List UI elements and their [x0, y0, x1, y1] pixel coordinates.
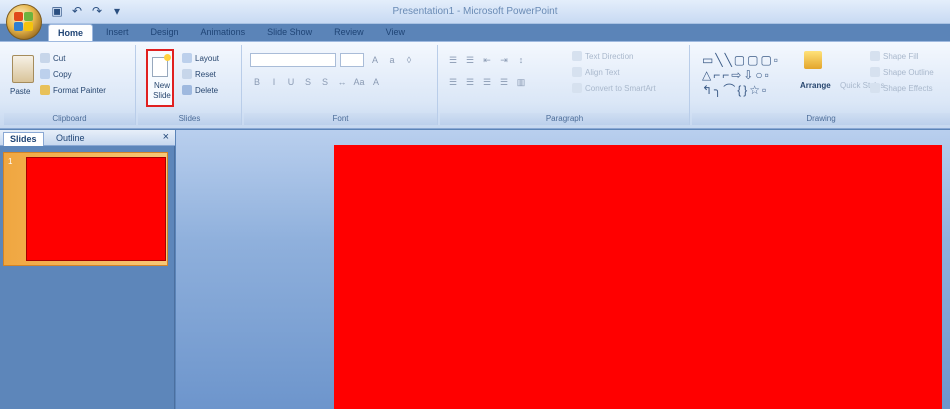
tab-home[interactable]: Home [48, 24, 94, 42]
bold-icon[interactable]: B [250, 75, 264, 89]
paste-icon[interactable] [12, 55, 34, 83]
clipboard-group-label: Clipboard [4, 113, 135, 125]
italic-icon[interactable]: I [267, 75, 281, 89]
shape-fill-button[interactable]: Shape Fill [870, 51, 919, 61]
slide-number: 1 [8, 157, 13, 166]
tab-slide-show[interactable]: Slide Show [258, 24, 321, 42]
paste-button[interactable]: Paste [10, 87, 30, 96]
bullets-icon[interactable]: ☰ [446, 53, 460, 67]
align-text-icon [572, 67, 582, 77]
tab-design[interactable]: Design [142, 24, 188, 42]
close-icon[interactable]: × [163, 131, 169, 143]
shapes-gallery[interactable]: ▭╲╲▢▢▢▫ △⌐⌐⇨⇩○▫ ↰╮⌒{}☆▫ [702, 53, 794, 98]
ribbon-tabs: Home Insert Design Animations Slide Show… [48, 24, 414, 42]
new-slide-button[interactable]: New Slide [146, 49, 174, 107]
arrange-button[interactable] [804, 51, 822, 69]
slides-pane: Slides Outline × 1 [0, 130, 175, 409]
paragraph-group: ☰ ☰ ⇤ ⇥ ↕ ☰ ☰ ☰ ☰ ▥ Text Direction Align… [440, 45, 690, 125]
font-size-buttons: A a ◊ [368, 53, 416, 67]
ribbon: Paste Cut Copy Format Painter Clipboard … [0, 41, 950, 129]
delete-button[interactable]: Delete [182, 85, 218, 95]
shrink-font-icon[interactable]: a [385, 53, 399, 67]
format-painter-button[interactable]: Format Painter [40, 85, 106, 95]
reset-icon [182, 69, 192, 79]
cut-button[interactable]: Cut [40, 53, 65, 63]
increase-indent-icon[interactable]: ⇥ [497, 53, 511, 67]
strikethrough-icon[interactable]: S [301, 75, 315, 89]
underline-icon[interactable]: U [284, 75, 298, 89]
clear-format-icon[interactable]: ◊ [402, 53, 416, 67]
tab-outline[interactable]: Outline [50, 132, 91, 146]
tab-slides[interactable]: Slides [3, 132, 44, 146]
paragraph-list-buttons: ☰ ☰ ⇤ ⇥ ↕ [446, 53, 528, 67]
decrease-indent-icon[interactable]: ⇤ [480, 53, 494, 67]
office-button[interactable] [6, 4, 42, 40]
justify-icon[interactable]: ☰ [497, 75, 511, 89]
copy-icon [40, 69, 50, 79]
tab-review[interactable]: Review [325, 24, 373, 42]
tab-view[interactable]: View [377, 24, 414, 42]
line-spacing-icon[interactable]: ↕ [514, 53, 528, 67]
slide-thumbnail[interactable] [26, 157, 166, 261]
tab-animations[interactable]: Animations [192, 24, 255, 42]
drawing-group: ▭╲╲▢▢▢▫ △⌐⌐⇨⇩○▫ ↰╮⌒{}☆▫ Arrange Quick St… [692, 45, 950, 125]
office-logo-icon [14, 12, 34, 32]
text-direction-button[interactable]: Text Direction [572, 51, 633, 61]
shape-outline-icon [870, 67, 880, 77]
font-size-combo[interactable] [340, 53, 364, 67]
grow-font-icon[interactable]: A [368, 53, 382, 67]
layout-icon [182, 53, 192, 63]
columns-icon[interactable]: ▥ [514, 75, 528, 89]
font-format-buttons: B I U S S ↔ Aa A [250, 75, 383, 89]
numbering-icon[interactable]: ☰ [463, 53, 477, 67]
arrange-label: Arrange [800, 81, 831, 90]
font-color-icon[interactable]: A [369, 75, 383, 89]
slide-canvas[interactable] [334, 145, 942, 409]
delete-icon [182, 85, 192, 95]
tab-insert[interactable]: Insert [97, 24, 138, 42]
slide-editor [176, 130, 950, 409]
slide-thumbnail-selected[interactable]: 1 [3, 152, 168, 266]
scissors-icon [40, 53, 50, 63]
paragraph-align-buttons: ☰ ☰ ☰ ☰ ▥ [446, 75, 528, 89]
window-title: Presentation1 - Microsoft PowerPoint [392, 6, 558, 17]
font-group: A a ◊ B I U S S ↔ Aa A Font [244, 45, 438, 125]
align-center-icon[interactable]: ☰ [463, 75, 477, 89]
slides-group: New Slide Layout Reset Delete Slides [138, 45, 242, 125]
pane-tabs: Slides Outline × [0, 130, 175, 146]
smartart-icon [572, 83, 582, 93]
reset-button[interactable]: Reset [182, 69, 216, 79]
drawing-group-label: Drawing [692, 113, 950, 125]
shadow-icon[interactable]: S [318, 75, 332, 89]
new-slide-icon [152, 54, 171, 77]
convert-smartart-button[interactable]: Convert to SmartArt [572, 83, 656, 93]
brush-icon [40, 85, 50, 95]
shape-fill-icon [870, 51, 880, 61]
shape-effects-button[interactable]: Shape Effects [870, 83, 933, 93]
text-direction-icon [572, 51, 582, 61]
font-group-label: Font [244, 113, 437, 125]
align-right-icon[interactable]: ☰ [480, 75, 494, 89]
arrange-icon [804, 51, 822, 69]
title-bar: ▣ ↶ ↷ ▾ Presentation1 - Microsoft PowerP… [0, 0, 950, 24]
clipboard-group: Paste Cut Copy Format Painter Clipboard [4, 45, 136, 125]
shape-outline-button[interactable]: Shape Outline [870, 67, 934, 77]
align-left-icon[interactable]: ☰ [446, 75, 460, 89]
shape-effects-icon [870, 83, 880, 93]
spacing-icon[interactable]: ↔ [335, 75, 349, 89]
align-text-button[interactable]: Align Text [572, 67, 620, 77]
font-name-combo[interactable] [250, 53, 336, 67]
slides-group-label: Slides [138, 113, 241, 125]
copy-button[interactable]: Copy [40, 69, 72, 79]
paragraph-group-label: Paragraph [440, 113, 689, 125]
layout-button[interactable]: Layout [182, 53, 219, 63]
change-case-icon[interactable]: Aa [352, 75, 366, 89]
